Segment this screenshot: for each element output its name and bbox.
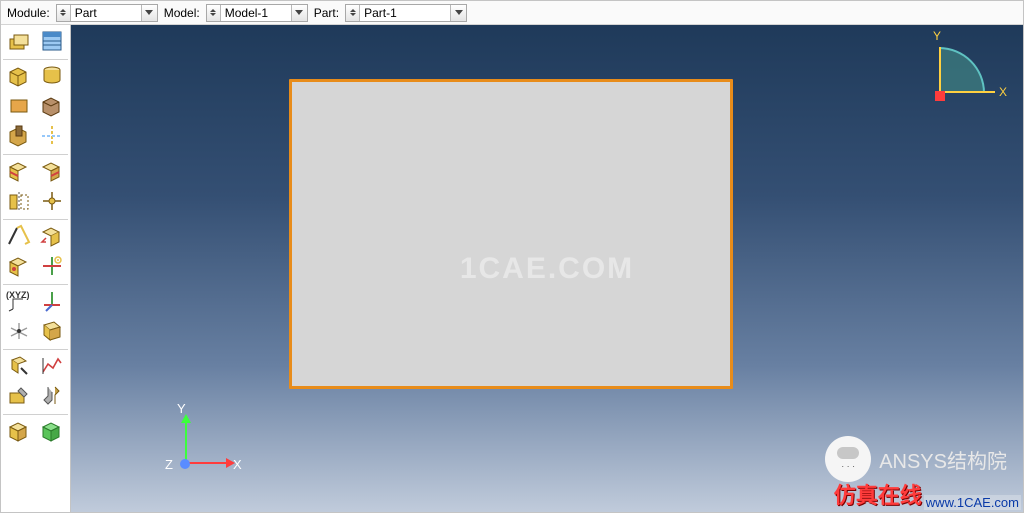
model-label: Model:: [164, 6, 200, 20]
datum-tool-button[interactable]: [36, 187, 67, 215]
view-triad: X Y Z: [155, 414, 235, 494]
part-label: Part:: [314, 6, 339, 20]
part-selector[interactable]: Part-1: [345, 4, 467, 22]
part-toolbox: (XYZ): [1, 25, 71, 512]
model-value: Model-1: [221, 5, 291, 21]
selector-stepper-icon[interactable]: [57, 5, 71, 21]
sketch-x-label: X: [999, 85, 1007, 99]
module-value: Part: [71, 5, 141, 21]
query-button[interactable]: [3, 352, 34, 380]
create-part-button[interactable]: [3, 27, 34, 55]
triad-x-label: X: [233, 457, 242, 472]
stitch-button[interactable]: [36, 417, 67, 445]
wechat-icon: · · ·: [825, 436, 871, 482]
module-selector[interactable]: Part: [56, 4, 158, 22]
partition-face-button[interactable]: [36, 157, 67, 185]
plot-button[interactable]: [36, 352, 67, 380]
create-shell-button[interactable]: [3, 92, 34, 120]
model-selector[interactable]: Model-1: [206, 4, 308, 22]
dropdown-icon[interactable]: [450, 5, 466, 21]
create-cut-button[interactable]: [3, 122, 34, 150]
triad-y-label: Y: [177, 401, 186, 416]
create-solid-revolve-button[interactable]: [36, 62, 67, 90]
mirror-button[interactable]: [3, 187, 34, 215]
site-watermark: 仿真在线 www.1CAE.com: [834, 478, 1021, 510]
geometry-edit-button[interactable]: [3, 382, 34, 410]
partition-cell-button[interactable]: [3, 157, 34, 185]
offset-face-button[interactable]: [36, 222, 67, 250]
dropdown-icon[interactable]: [291, 5, 307, 21]
create-wire-button[interactable]: [36, 92, 67, 120]
watermark: 1CAE.COM: [460, 252, 634, 286]
rebuild-button[interactable]: [3, 417, 34, 445]
sketch-y-label: Y: [933, 29, 941, 43]
datum-csys-button[interactable]: (XYZ): [3, 287, 34, 315]
context-bar: Module: Part Model: Model-1 Part: Part-1: [1, 1, 1023, 25]
viewport[interactable]: 1CAE.COM X Y X Y Z · · · ANSYS结构院: [71, 25, 1023, 512]
part-manager-button[interactable]: [36, 27, 67, 55]
part-geometry[interactable]: [289, 79, 733, 389]
create-solid-extrude-button[interactable]: [3, 62, 34, 90]
sketch-plane-indicator: X Y: [935, 35, 1005, 105]
channel-watermark: · · · ANSYS结构院: [825, 436, 1007, 482]
site-cn: 仿真在线: [834, 478, 922, 510]
remove-face-button[interactable]: [3, 222, 34, 250]
datum-point-button[interactable]: [3, 252, 34, 280]
channel-name: ANSYS结构院: [879, 445, 1007, 474]
repair-button[interactable]: [36, 252, 67, 280]
reference-point-button[interactable]: [36, 317, 67, 345]
dropdown-icon[interactable]: [141, 5, 157, 21]
site-url: www.1CAE.com: [924, 495, 1021, 510]
part-value: Part-1: [360, 5, 450, 21]
create-round-button[interactable]: [36, 122, 67, 150]
datum-axis-button[interactable]: [36, 287, 67, 315]
toolbox-customize-button[interactable]: [36, 382, 67, 410]
selector-stepper-icon[interactable]: [207, 5, 221, 21]
datum-plane-button[interactable]: [3, 317, 34, 345]
module-label: Module:: [7, 6, 50, 20]
triad-z-label: Z: [165, 457, 173, 472]
selector-stepper-icon[interactable]: [346, 5, 360, 21]
